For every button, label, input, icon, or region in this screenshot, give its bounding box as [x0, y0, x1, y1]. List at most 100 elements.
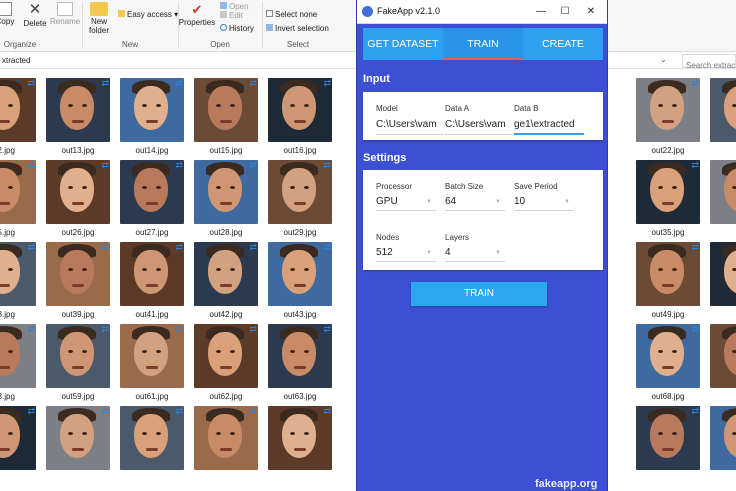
data-b-underline: [514, 133, 584, 135]
face-image: ⇄: [0, 324, 36, 388]
sync-icon: ⇄: [101, 406, 109, 416]
eye-shape: [290, 432, 295, 435]
eye-shape: [142, 432, 147, 435]
face-image: ⇄: [120, 242, 184, 306]
settings-section-title: Settings: [363, 152, 407, 164]
file-thumbnail[interactable]: ⇄ out62.jpg: [194, 324, 258, 401]
chevron-down-icon[interactable]: ▼: [564, 199, 570, 205]
tab-get-dataset[interactable]: GET DATASET: [363, 28, 443, 60]
eye-shape: [304, 104, 309, 107]
file-thumbnail[interactable]: ⇄ out63.jpg: [268, 324, 332, 401]
file-thumbnail[interactable]: ⇄ out41.jpg: [120, 242, 184, 319]
file-thumbnail[interactable]: ⇄ out43.jpg: [268, 242, 332, 319]
chevron-down-icon[interactable]: ▼: [495, 199, 501, 205]
settings-card: Processor GPU ▼ Batch Size 64 ▼ Save Per…: [363, 170, 603, 270]
face-image: ⇄: [194, 406, 258, 470]
file-thumbnail[interactable]: ⇄ out61.jpg: [120, 324, 184, 401]
new-folder-button[interactable]: New folder: [84, 2, 114, 35]
model-underline: [376, 134, 443, 135]
file-thumbnail[interactable]: ⇄ out59.jpg: [46, 324, 110, 401]
chevron-down-icon[interactable]: ▼: [426, 199, 432, 205]
tab-train[interactable]: TRAIN: [443, 28, 523, 60]
file-thumbnail[interactable]: ⇄ out29.jpg: [268, 160, 332, 237]
minimize-icon[interactable]: —: [529, 3, 553, 21]
data-a-field[interactable]: C:\Users\vam: [445, 119, 513, 130]
rename-button[interactable]: Rename: [50, 2, 80, 26]
maximize-icon[interactable]: ☐: [553, 3, 577, 21]
file-thumbnail[interactable]: ⇄: [194, 406, 258, 470]
footer-link[interactable]: fakeapp.org: [535, 478, 597, 490]
face-image: ⇄: [194, 242, 258, 306]
tab-create[interactable]: CREATE: [523, 28, 603, 60]
eye-shape: [142, 350, 147, 353]
eye-shape: [230, 350, 235, 353]
batch-size-underline: [445, 210, 505, 211]
save-period-select[interactable]: 10: [514, 196, 525, 207]
train-button[interactable]: TRAIN: [411, 282, 547, 306]
search-box[interactable]: [682, 54, 736, 72]
file-thumbnail[interactable]: ⇄ out27.jpg: [120, 160, 184, 237]
file-thumbnail[interactable]: ⇄: [710, 160, 736, 224]
mouth-shape: [146, 448, 158, 451]
file-thumbnail[interactable]: ⇄ out15.jpg: [194, 78, 258, 155]
file-thumbnail[interactable]: ⇄ out35.jpg: [636, 160, 700, 237]
face-shape: [650, 86, 684, 130]
nodes-underline: [376, 261, 436, 262]
processor-select[interactable]: GPU: [376, 196, 398, 207]
chevron-down-icon[interactable]: ▼: [495, 250, 501, 256]
file-thumbnail[interactable]: ⇄ 12.jpg: [0, 78, 36, 155]
eye-shape: [216, 268, 221, 271]
eye-shape: [732, 268, 736, 271]
save-period-underline: [514, 210, 574, 211]
file-thumbnail[interactable]: ⇄: [710, 324, 736, 388]
data-a-underline: [445, 134, 512, 135]
model-field[interactable]: C:\Users\vam: [376, 119, 444, 130]
file-thumbnail[interactable]: ⇄ out49.jpg: [636, 242, 700, 319]
file-thumbnail[interactable]: ⇄: [710, 242, 736, 306]
file-name: out35.jpg: [651, 228, 685, 237]
file-thumbnail[interactable]: ⇄: [710, 78, 736, 142]
file-thumbnail[interactable]: ⇄ out26.jpg: [46, 160, 110, 237]
file-thumbnail[interactable]: ⇄: [0, 406, 36, 470]
file-thumbnail[interactable]: ⇄ out39.jpg: [46, 242, 110, 319]
file-thumbnail[interactable]: ⇄: [268, 406, 332, 470]
face-image: ⇄: [636, 406, 700, 470]
file-thumbnail[interactable]: ⇄: [120, 406, 184, 470]
mouth-shape: [72, 284, 84, 287]
eye-shape: [82, 432, 87, 435]
chevron-down-icon[interactable]: ▼: [426, 250, 432, 256]
file-thumbnail[interactable]: ⇄ 58.jpg: [0, 324, 36, 401]
file-thumbnail[interactable]: ⇄: [710, 406, 736, 470]
file-thumbnail[interactable]: ⇄ 38.jpg: [0, 242, 36, 319]
chevron-down-icon[interactable]: ⌄: [660, 55, 667, 64]
batch-size-select[interactable]: 64: [445, 196, 456, 207]
file-thumbnail[interactable]: ⇄ out28.jpg: [194, 160, 258, 237]
mouth-shape: [220, 448, 232, 451]
eye-shape: [142, 186, 147, 189]
file-thumbnail[interactable]: ⇄ out16.jpg: [268, 78, 332, 155]
nodes-select[interactable]: 512: [376, 247, 393, 258]
mouth-shape: [220, 366, 232, 369]
sync-icon: ⇄: [101, 242, 109, 252]
layers-select[interactable]: 4: [445, 247, 451, 258]
file-thumbnail[interactable]: ⇄ 25.jpg: [0, 160, 36, 237]
file-thumbnail[interactable]: ⇄ out14.jpg: [120, 78, 184, 155]
file-thumbnail[interactable]: ⇄ out68.jpg: [636, 324, 700, 401]
address-path[interactable]: xtracted: [2, 56, 30, 65]
data-a-label: Data A: [445, 104, 470, 113]
close-icon[interactable]: ✕: [579, 3, 603, 21]
eye-shape: [230, 186, 235, 189]
rename-icon: [57, 2, 73, 16]
face-image: ⇄: [46, 324, 110, 388]
eye-shape: [290, 186, 295, 189]
face-image: ⇄: [120, 78, 184, 142]
file-thumbnail[interactable]: ⇄: [636, 406, 700, 470]
face-image: ⇄: [194, 324, 258, 388]
mouth-shape: [294, 202, 306, 205]
file-thumbnail[interactable]: ⇄ out13.jpg: [46, 78, 110, 155]
file-name: out63.jpg: [283, 392, 317, 401]
file-thumbnail[interactable]: ⇄: [46, 406, 110, 470]
data-b-field[interactable]: ge1\extracted: [514, 119, 589, 130]
file-thumbnail[interactable]: ⇄ out22.jpg: [636, 78, 700, 155]
file-thumbnail[interactable]: ⇄ out42.jpg: [194, 242, 258, 319]
